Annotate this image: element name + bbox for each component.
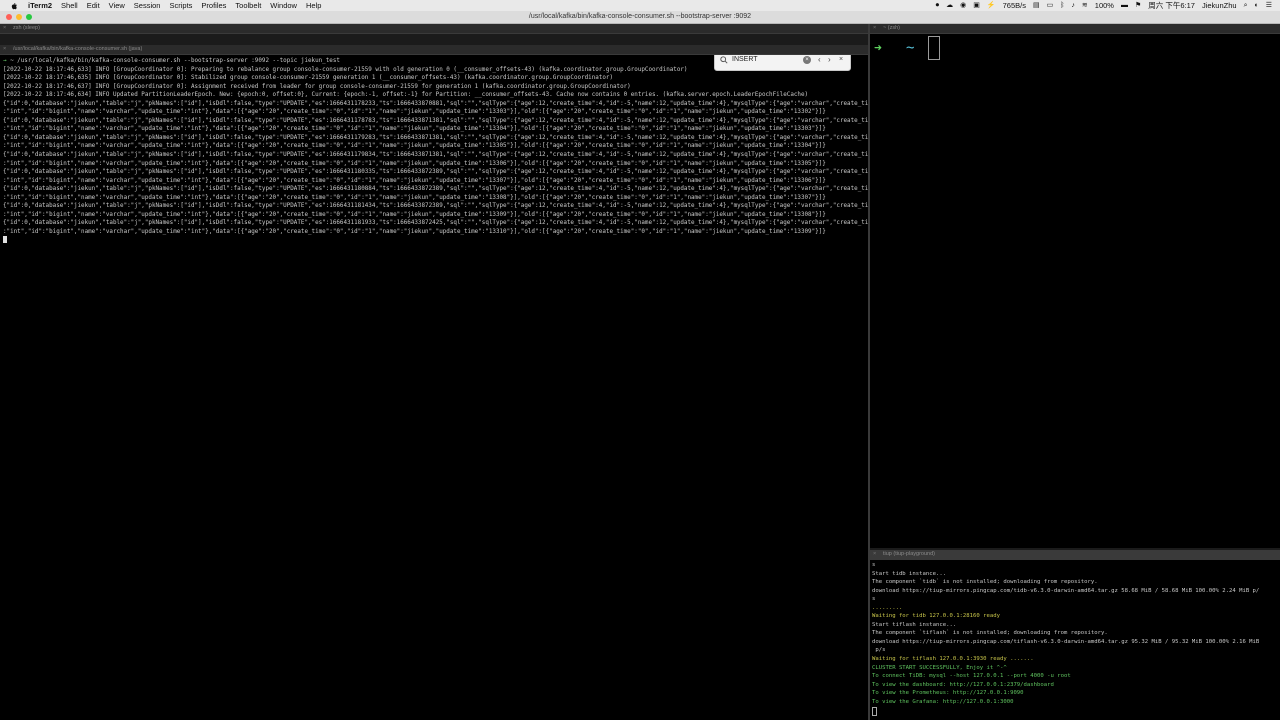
terminal-line: To view the Prometheus: http://127.0.0.1… bbox=[872, 690, 1024, 697]
display-icon[interactable]: ▭ bbox=[1047, 0, 1054, 11]
terminal-output: → ~ /usr/local/kafka/bin/kafka-console-c… bbox=[3, 57, 868, 236]
flag-icon[interactable]: ⚑ bbox=[1135, 0, 1141, 11]
battery-percent[interactable]: 100% bbox=[1095, 0, 1114, 11]
menu-item-scripts[interactable]: Scripts bbox=[169, 0, 192, 11]
find-previous-icon[interactable]: ‹ bbox=[818, 55, 821, 64]
window-title-bar[interactable]: /usr/local/kafka/bin/kafka-console-consu… bbox=[0, 11, 1280, 24]
menu-item-edit[interactable]: Edit bbox=[87, 0, 100, 11]
menu-item-session[interactable]: Session bbox=[134, 0, 161, 11]
terminal-line: ......... bbox=[872, 604, 903, 611]
terminal-line: s bbox=[872, 596, 876, 603]
terminal-line: {"id":0,"database":"jiekun","table":"j",… bbox=[3, 117, 868, 124]
search-icon bbox=[720, 56, 728, 64]
terminal-line: {"id":0,"database":"jiekun","table":"j",… bbox=[3, 152, 868, 159]
session-tab-label: zsh (sleep) bbox=[13, 25, 40, 31]
terminal-line: {"id":0,"database":"jiekun","table":"j",… bbox=[3, 186, 868, 193]
terminal-line: [2022-10-22 18:17:46,634] INFO Updated P… bbox=[3, 92, 809, 99]
close-icon[interactable]: × bbox=[3, 24, 6, 33]
search-icon[interactable]: ⌕ bbox=[1244, 0, 1248, 11]
terminal-line: {"id":0,"database":"jiekun","table":"j",… bbox=[3, 100, 868, 107]
clear-icon[interactable]: × bbox=[803, 56, 811, 64]
user-name[interactable]: JiekunZhu bbox=[1202, 0, 1237, 11]
clock[interactable]: 周六 下午6:17 bbox=[1148, 0, 1195, 11]
status-area: ⏺ ☁ ◉ ▣ ⚡ 765B/s ▤ ▭ ᛒ ♪ ≋ 100% ▬ ⚑ 周六 下… bbox=[929, 0, 1272, 11]
terminal-line: [2022-10-22 18:17:46,637] INFO [GroupCoo… bbox=[3, 83, 631, 90]
terminal-line: {"id":0,"database":"jiekun","table":"j",… bbox=[3, 220, 868, 227]
terminal-line: Start tiflash instance... bbox=[872, 621, 957, 628]
terminal-line: To view the Grafana: http://127.0.0.1:30… bbox=[872, 698, 1014, 705]
terminal-line: :"int","id":"bigint","name":"varchar","u… bbox=[3, 160, 826, 167]
apple-icon[interactable] bbox=[10, 2, 18, 10]
terminal-line: {"id":0,"database":"jiekun","table":"j",… bbox=[3, 203, 868, 210]
network-speed[interactable]: 765B/s bbox=[1003, 0, 1026, 11]
terminal-line: Start tidb instance... bbox=[872, 570, 947, 577]
session-tab-tiup[interactable]: × tiup (tiup-playground) bbox=[870, 550, 1280, 560]
siri-icon[interactable]: ◐ bbox=[1254, 0, 1258, 11]
battery-icon[interactable]: ▬ bbox=[1121, 0, 1128, 11]
clipboard-icon[interactable]: ▤ bbox=[1033, 0, 1040, 11]
notification-center-icon[interactable]: ☰ bbox=[1266, 0, 1272, 11]
terminal-line: To view the dashboard: http://127.0.0.1:… bbox=[872, 681, 1054, 688]
prompt-arrow-icon: ➜ bbox=[874, 41, 882, 56]
terminal-line: download https://tiup-mirrors.pingcap.co… bbox=[872, 638, 1260, 645]
terminal-output: s Start tidb instance... The component `ti… bbox=[872, 561, 1259, 706]
terminal-cursor bbox=[3, 236, 7, 243]
terminal-line: {"id":0,"database":"jiekun","table":"j",… bbox=[3, 169, 868, 176]
volume-icon[interactable]: ♪ bbox=[1071, 0, 1075, 11]
kafka-consumer-pane[interactable]: → ~ /usr/local/kafka/bin/kafka-console-c… bbox=[0, 55, 868, 720]
app-status-icon[interactable]: ◉ bbox=[960, 0, 966, 11]
prompt-cwd: ~ bbox=[906, 40, 915, 56]
lightning-icon[interactable]: ⚡ bbox=[987, 0, 996, 11]
find-input[interactable]: INSERT bbox=[732, 56, 758, 63]
terminal-line: :"int","id":"bigint","name":"varchar","u… bbox=[3, 194, 826, 201]
terminal-line: Waiting for tidb 127.0.0.1:28160 ready bbox=[872, 613, 1000, 620]
session-tab-label: tiup (tiup-playground) bbox=[883, 551, 935, 557]
terminal-line: Waiting for tiflash 127.0.0.1:3930 ready… bbox=[872, 656, 1034, 663]
menu-item-view[interactable]: View bbox=[109, 0, 125, 11]
menu-item-profiles[interactable]: Profiles bbox=[201, 0, 226, 11]
terminal-line: p/s bbox=[872, 647, 886, 654]
cloud-icon[interactable]: ☁ bbox=[946, 0, 953, 11]
session-tab-zsh[interactable]: × zsh (sleep) bbox=[0, 24, 868, 34]
bluetooth-icon[interactable]: ᛒ bbox=[1060, 0, 1064, 11]
terminal-cursor bbox=[928, 36, 940, 60]
menu-item-iterm2[interactable]: iTerm2 bbox=[28, 0, 52, 11]
close-icon[interactable]: × bbox=[3, 45, 6, 54]
close-icon[interactable]: × bbox=[873, 550, 876, 559]
window-title: /usr/local/kafka/bin/kafka-console-consu… bbox=[528, 13, 752, 20]
terminal-line: :"int","id":"bigint","name":"varchar","u… bbox=[3, 143, 826, 150]
terminal-line: download https://tiup-mirrors.pingcap.co… bbox=[872, 587, 1260, 594]
terminal-line: :"int","id":"bigint","name":"varchar","u… bbox=[3, 177, 826, 184]
terminal-line: :"int","id":"bigint","name":"varchar","u… bbox=[3, 126, 826, 133]
close-find-icon[interactable]: × bbox=[839, 56, 843, 63]
terminal-line: :"int","id":"bigint","name":"varchar","u… bbox=[3, 211, 826, 218]
terminal-cursor bbox=[872, 707, 877, 716]
tiup-playground-pane[interactable]: s Start tidb instance... The component `ti… bbox=[870, 560, 1280, 720]
session-tab-home[interactable]: × ~ (zsh) bbox=[870, 24, 1280, 34]
terminal-line: s bbox=[872, 562, 876, 568]
terminal-line: CLUSTER START SUCCESSFULLY, Enjoy it ^-^ bbox=[872, 664, 1007, 671]
terminal-line: The component `tiflash` is not installed… bbox=[872, 630, 1108, 637]
wifi-icon[interactable]: ≋ bbox=[1082, 0, 1088, 11]
terminal-line: {"id":0,"database":"jiekun","table":"j",… bbox=[3, 134, 868, 141]
terminal-line: :"int","id":"bigint","name":"varchar","u… bbox=[3, 109, 826, 116]
terminal-line: :"int","id":"bigint","name":"varchar","u… bbox=[3, 228, 826, 235]
terminal-line: To connect TiDB: mysql --host 127.0.0.1 … bbox=[872, 673, 1071, 680]
menu-item-shell[interactable]: Shell bbox=[61, 0, 78, 11]
close-icon[interactable]: × bbox=[873, 24, 876, 33]
menu-item-toolbelt[interactable]: Toolbelt bbox=[235, 0, 261, 11]
find-next-icon[interactable]: › bbox=[828, 55, 831, 64]
menu-item-window[interactable]: Window bbox=[270, 0, 297, 11]
menu-item-help[interactable]: Help bbox=[306, 0, 321, 11]
session-tab-kafka[interactable]: × /usr/local/kafka/bin/kafka-console-con… bbox=[0, 45, 868, 55]
lock-icon[interactable]: ▣ bbox=[973, 0, 980, 11]
terminal-line: The component `tidb` is not installed; d… bbox=[872, 579, 1098, 586]
shell-pane[interactable]: ➜ ~ bbox=[870, 34, 1280, 548]
session-tab-label: ~ (zsh) bbox=[883, 25, 900, 31]
menu-bar: iTerm2 Shell Edit View Session Scripts P… bbox=[0, 0, 1280, 11]
session-tab-label: /usr/local/kafka/bin/kafka-console-consu… bbox=[13, 46, 143, 52]
record-icon[interactable]: ⏺ bbox=[936, 0, 940, 11]
terminal-line: [2022-10-22 18:17:46,635] INFO [GroupCoo… bbox=[3, 75, 613, 82]
